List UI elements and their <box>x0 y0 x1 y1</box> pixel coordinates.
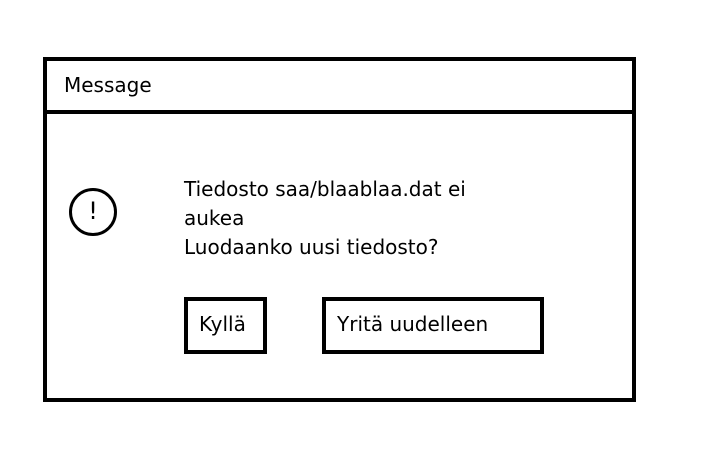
dialog-message: Tiedosto saa/blaablaa.dat ei aukea Luoda… <box>184 175 504 262</box>
message-dialog: Message ! Tiedosto saa/blaablaa.dat ei a… <box>43 57 636 402</box>
message-line: Luodaanko uusi tiedosto? <box>184 235 439 259</box>
dialog-title: Message <box>64 73 152 97</box>
yes-button[interactable]: Kyllä <box>184 297 267 354</box>
exclamation-icon: ! <box>69 188 117 236</box>
message-line: aukea <box>184 206 245 230</box>
message-line: Tiedosto saa/blaablaa.dat ei <box>184 177 466 201</box>
retry-button[interactable]: Yritä uudelleen <box>322 297 544 354</box>
retry-button-label: Yritä uudelleen <box>337 312 489 336</box>
yes-button-label: Kyllä <box>199 312 246 336</box>
dialog-titlebar: Message <box>47 61 632 114</box>
